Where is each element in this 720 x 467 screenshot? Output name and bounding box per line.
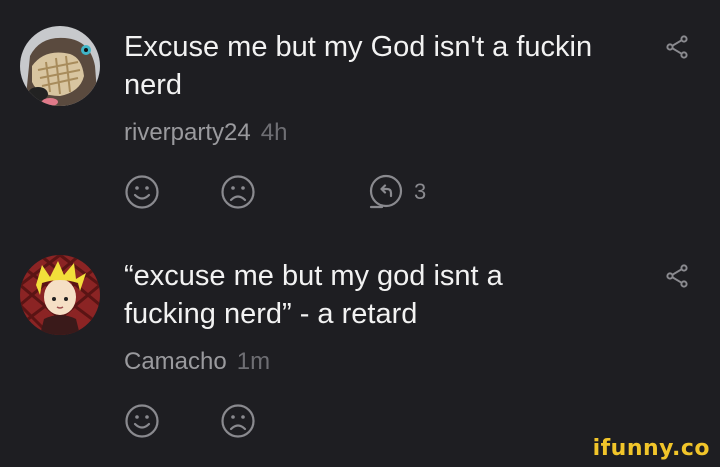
ifunny-watermark: ifunny.co xyxy=(592,436,710,461)
share-icon[interactable] xyxy=(664,263,690,289)
frown-icon[interactable] xyxy=(220,174,256,210)
dog-avatar-icon xyxy=(20,26,100,106)
avatar[interactable] xyxy=(20,26,100,106)
share-icon[interactable] xyxy=(664,34,690,60)
frown-icon[interactable] xyxy=(220,403,256,439)
timestamp: 1m xyxy=(236,348,271,375)
comment-meta: riverparty24 4h xyxy=(124,118,287,148)
username[interactable]: Camacho xyxy=(124,348,227,375)
anime-character-avatar-icon xyxy=(20,255,100,335)
avatar[interactable] xyxy=(20,255,100,335)
timestamp: 4h xyxy=(260,119,288,146)
username[interactable]: riverparty24 xyxy=(124,119,251,146)
comment-text: “excuse me but my god isnt a fucking ner… xyxy=(124,260,503,330)
reply-count[interactable]: 3 xyxy=(414,178,426,206)
comment-text: Excuse me but my God isn't a fuckin nerd xyxy=(124,31,593,101)
reply-icon[interactable] xyxy=(368,174,404,210)
smile-icon[interactable] xyxy=(124,403,160,439)
smile-icon[interactable] xyxy=(124,174,160,210)
comment-meta: Camacho 1m xyxy=(124,347,270,377)
